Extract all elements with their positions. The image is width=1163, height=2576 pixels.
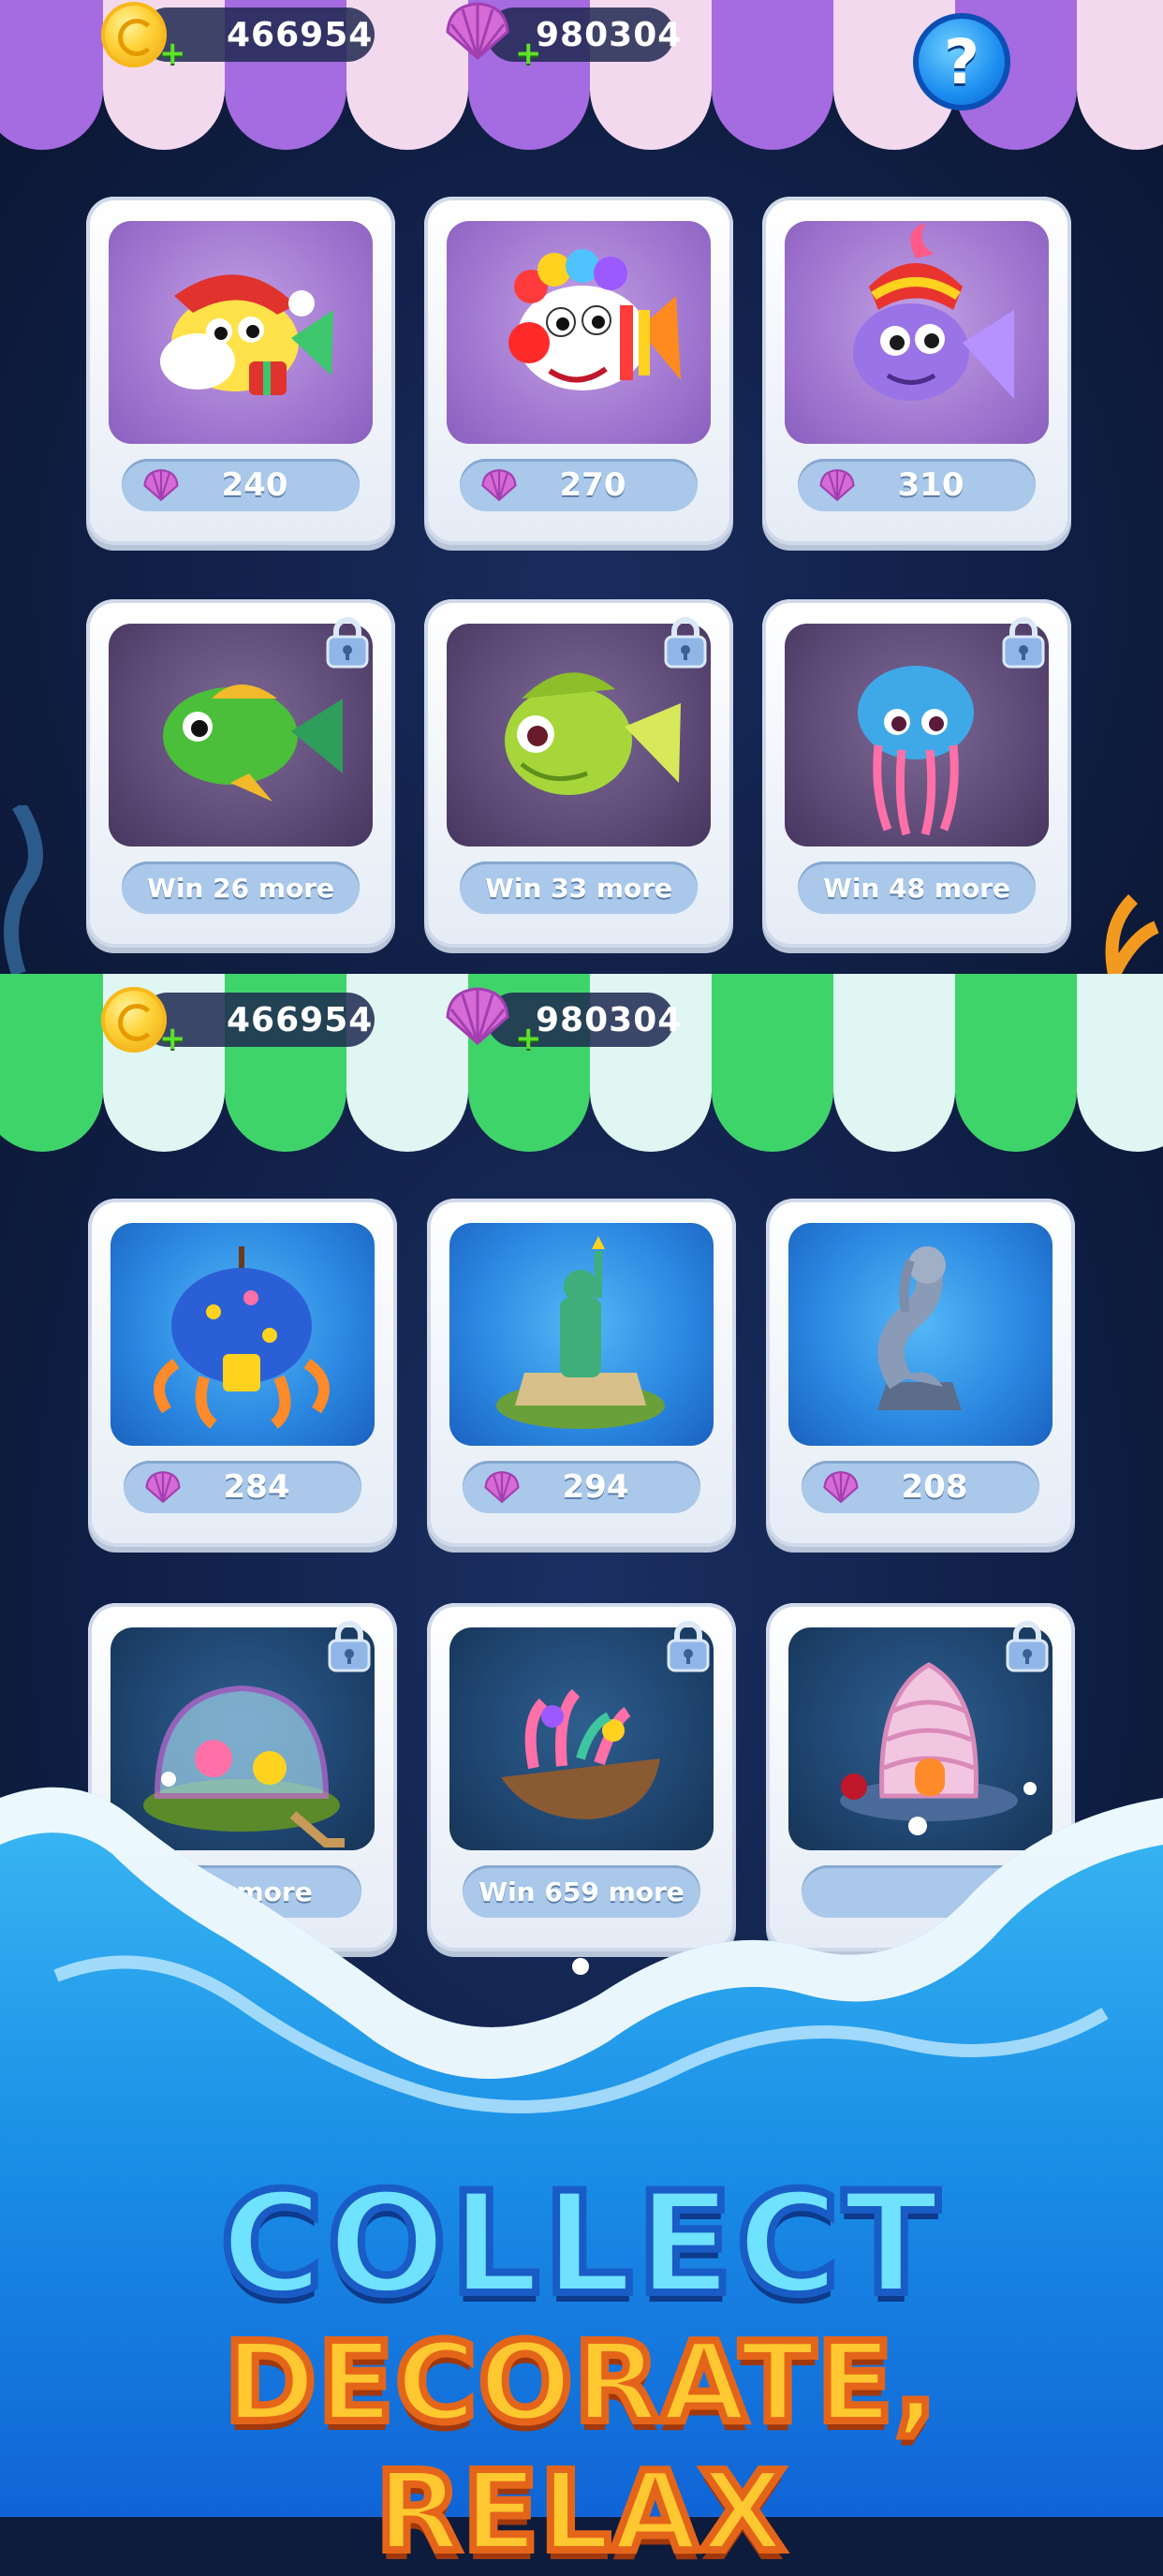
shell-currency-icon — [446, 2, 509, 60]
unlock-requirement: Win 48 more — [798, 861, 1036, 914]
shell-icon — [145, 1471, 181, 1504]
price-value: 270 — [559, 466, 626, 504]
price-tag: 208 — [802, 1461, 1039, 1513]
tagline-decorate-relax: DECORATE, RELAX — [221, 2314, 940, 2576]
octopus-house-icon — [154, 1246, 330, 1429]
fish-shop-screen: 466954 + 980304 + ? 240 270 310 Win 26 m… — [0, 0, 1163, 974]
decoration-thumbnail — [788, 1223, 1053, 1446]
add-coins-icon[interactable]: + — [159, 1023, 186, 1054]
price-value: 208 — [901, 1468, 968, 1506]
help-button[interactable]: ? — [913, 13, 1010, 110]
unlock-text: Win 48 more — [822, 872, 1011, 904]
shell-icon — [819, 469, 855, 502]
coin-icon — [101, 987, 167, 1052]
fish-card-green-locked[interactable]: Win 26 more — [86, 599, 395, 948]
deco-card-octopus-house[interactable]: 284 — [88, 1199, 397, 1547]
price-value: 284 — [223, 1468, 290, 1506]
coin-balance-value: 466954 — [227, 15, 374, 54]
lock-icon — [328, 1621, 371, 1672]
shell-balance-value: 980304 — [536, 15, 683, 54]
fish-card-lime-locked[interactable]: Win 33 more — [424, 599, 733, 948]
fish-card-genie[interactable]: 310 — [762, 197, 1071, 545]
fish-thumbnail — [447, 221, 711, 444]
shell-icon — [143, 469, 179, 502]
decoration-thumbnail — [449, 1223, 714, 1446]
lock-icon — [664, 617, 707, 669]
price-value: 240 — [221, 466, 288, 504]
add-coins-icon[interactable]: + — [159, 37, 186, 69]
lock-icon — [1002, 617, 1045, 669]
price-tag: 310 — [798, 459, 1036, 511]
fish-thumbnail — [785, 221, 1049, 444]
headline-collect: COLLECT — [216, 2159, 943, 2330]
add-shells-icon[interactable]: + — [515, 37, 542, 69]
shell-icon — [823, 1471, 859, 1504]
clown-fish-icon — [508, 249, 681, 390]
genie-fish-icon — [853, 223, 1014, 401]
price-value: 294 — [562, 1468, 629, 1506]
seaweed-decoration — [4, 805, 43, 974]
shell-icon — [484, 1471, 520, 1504]
unlock-text: Win 33 more — [484, 872, 673, 904]
shell-icon — [481, 469, 517, 502]
price-value: 310 — [897, 466, 964, 504]
unlock-text: Win 26 more — [146, 872, 335, 904]
lock-icon — [667, 1621, 710, 1672]
lock-icon — [326, 617, 369, 669]
fish-card-clown[interactable]: 270 — [424, 197, 733, 545]
deco-card-mermaid-statue[interactable]: 208 — [766, 1199, 1075, 1547]
price-tag: 294 — [463, 1461, 700, 1513]
help-label: ? — [943, 25, 980, 98]
add-shells-icon[interactable]: + — [515, 1023, 542, 1054]
santa-fish-icon — [160, 274, 333, 395]
fish-card-jellyfish-locked[interactable]: Win 48 more — [762, 599, 1071, 948]
shell-currency-icon — [446, 987, 509, 1045]
lock-icon — [1006, 1621, 1049, 1672]
mermaid-statue-icon — [877, 1246, 962, 1410]
price-tag: 240 — [122, 459, 360, 511]
decoration-thumbnail — [110, 1223, 375, 1446]
unlock-requirement: Win 26 more — [122, 861, 360, 914]
shell-balance-value: 980304 — [536, 1000, 683, 1039]
price-tag: 270 — [460, 459, 698, 511]
unlock-requirement: Win 33 more — [460, 861, 698, 914]
coin-balance-value: 466954 — [227, 1000, 374, 1039]
fish-thumbnail — [109, 221, 373, 444]
statue-of-liberty-icon — [496, 1236, 665, 1429]
deco-card-statue-of-liberty[interactable]: 294 — [427, 1199, 736, 1547]
coral-decoration — [1105, 894, 1159, 974]
coin-icon — [101, 2, 167, 67]
price-tag: 284 — [124, 1461, 361, 1513]
fish-card-santa[interactable]: 240 — [86, 197, 395, 545]
